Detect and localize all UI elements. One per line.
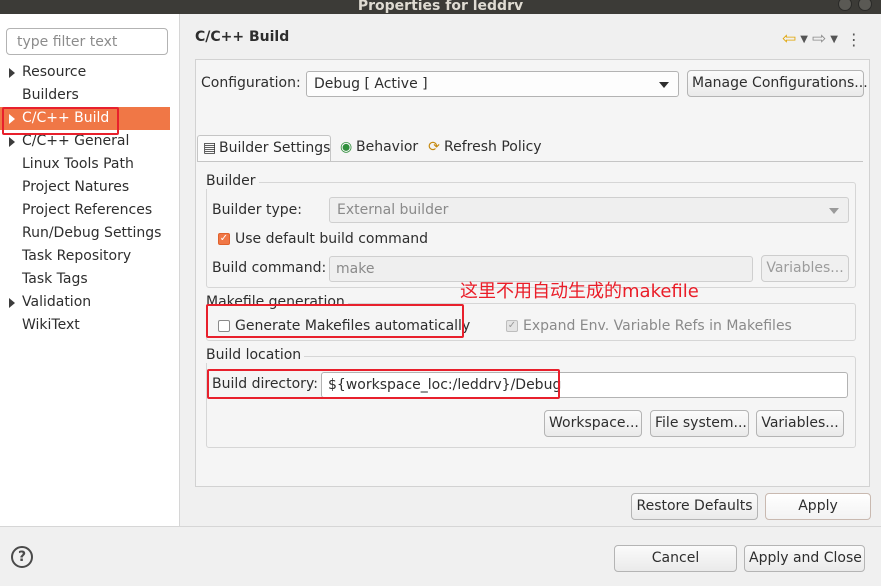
tree-item-builders[interactable]: Builders (0, 84, 180, 107)
tree-item-resource[interactable]: Resource (0, 61, 180, 84)
tab-label: Refresh Policy (444, 139, 542, 155)
location-variables-button[interactable]: Variables... (756, 410, 844, 437)
build-command-label: Build command: (212, 260, 327, 276)
dropdown-arrow-icon (659, 82, 669, 88)
configuration-select[interactable]: Debug [ Active ] (306, 71, 679, 97)
tree-item-task-repository[interactable]: Task Repository (0, 245, 180, 268)
generate-makefiles-checkbox[interactable] (218, 320, 230, 332)
tree-item-label: C/C++ General (22, 133, 130, 149)
tree-item-label: Run/Debug Settings (22, 225, 162, 241)
property-navigation-panel: Resource Builders C/C++ Build C/C++ General… (0, 14, 180, 526)
manage-configurations-button[interactable]: Manage Configurations... (687, 70, 868, 97)
tree-item-label: Project Natures (22, 179, 130, 195)
use-default-label: Use default build command (235, 231, 429, 247)
forward-arrow-icon[interactable]: ⇨ (812, 29, 826, 49)
tree-item-label: Builders (22, 87, 79, 103)
builder-type-label: Builder type: (212, 202, 302, 218)
bottom-separator (0, 526, 881, 527)
minimize-icon[interactable] (838, 0, 852, 11)
tree-item-project-references[interactable]: Project References (0, 199, 180, 222)
window-titlebar: Properties for leddrv (0, 0, 881, 14)
forward-menu-icon[interactable]: ▼ (830, 34, 838, 45)
apply-and-close-button[interactable]: Apply and Close (744, 545, 865, 572)
tree-item-run-debug-settings[interactable]: Run/Debug Settings (0, 222, 180, 245)
build-directory-field[interactable]: ${workspace_loc:/leddrv}/Debug (321, 372, 848, 398)
tree-item-label: Project References (22, 202, 153, 218)
tree-item-linux-tools-path[interactable]: Linux Tools Path (0, 153, 180, 176)
workspace-button[interactable]: Workspace... (544, 410, 642, 437)
tree-item-label: Validation (22, 294, 92, 310)
generate-makefiles-label: Generate Makefiles automatically (235, 318, 471, 334)
close-icon[interactable] (858, 0, 872, 11)
builder-type-select[interactable]: External builder (329, 197, 849, 223)
builder-variables-button[interactable]: Variables... (761, 255, 849, 282)
use-default-checkbox[interactable]: ✓ (218, 233, 230, 245)
page-title: C/C++ Build (195, 29, 290, 45)
more-options-icon[interactable]: ⋮ (846, 30, 862, 49)
builder-group-title: Builder (206, 173, 259, 189)
help-icon[interactable]: ? (11, 546, 33, 568)
expand-arrow-icon[interactable] (9, 68, 15, 78)
expand-arrow-icon[interactable] (9, 114, 15, 124)
expand-env-label: Expand Env. Variable Refs in Makefiles (523, 318, 792, 334)
tree-item-label: Task Tags (22, 271, 88, 287)
property-tree: Resource Builders C/C++ Build C/C++ General… (0, 61, 180, 337)
annotation-text: 这里不用自动生成的makefile (460, 281, 699, 302)
build-location-group-title: Build location (206, 347, 305, 363)
tab-behavior[interactable]: ◉ Behavior (335, 135, 421, 161)
tree-item-c-c-general[interactable]: C/C++ General (0, 130, 180, 153)
tree-item-label: Linux Tools Path (22, 156, 134, 172)
expand-arrow-icon[interactable] (9, 298, 15, 308)
tree-item-label: Resource (22, 64, 87, 80)
document-icon: ▤ (203, 140, 217, 156)
restore-defaults-button[interactable]: Restore Defaults (631, 493, 758, 520)
build-directory-label: Build directory: (212, 376, 318, 392)
tree-item-label: WikiText (22, 317, 80, 333)
page-navigation: ⇦ ▼ ⇨ ▼ ⋮ (782, 29, 862, 49)
makefile-group-title: Makefile generation (206, 294, 348, 310)
tree-item-task-tags[interactable]: Task Tags (0, 268, 180, 291)
tree-item-label: C/C++ Build (22, 110, 110, 126)
back-menu-icon[interactable]: ▼ (800, 34, 808, 45)
tab-builder-settings[interactable]: ▤ Builder Settings (197, 135, 331, 161)
file-system-button[interactable]: File system... (650, 410, 749, 437)
configuration-label: Configuration: (201, 75, 301, 91)
tab-label: Builder Settings (219, 140, 331, 156)
tab-label: Behavior (356, 139, 419, 155)
builder-type-value: External builder (337, 202, 449, 218)
apply-button[interactable]: Apply (765, 493, 871, 520)
tree-item-wikitext[interactable]: WikiText (0, 314, 180, 337)
filter-input[interactable] (6, 28, 168, 55)
tree-item-label: Task Repository (22, 248, 132, 264)
tab-refresh-policy[interactable]: ⟳ Refresh Policy (423, 135, 547, 161)
configuration-value: Debug [ Active ] (314, 76, 428, 92)
dropdown-arrow-icon (829, 208, 839, 214)
expand-arrow-icon[interactable] (9, 137, 15, 147)
window-title: Properties for leddrv (357, 0, 524, 14)
cancel-button[interactable]: Cancel (614, 545, 737, 572)
back-arrow-icon[interactable]: ⇦ (782, 29, 796, 49)
radio-icon: ◉ (340, 139, 353, 155)
tree-item-project-natures[interactable]: Project Natures (0, 176, 180, 199)
tree-item-validation[interactable]: Validation (0, 291, 180, 314)
expand-env-checkbox[interactable]: ✓ (506, 320, 518, 332)
tree-item-c-c-build[interactable]: C/C++ Build (0, 107, 170, 130)
refresh-icon: ⟳ (428, 139, 440, 155)
